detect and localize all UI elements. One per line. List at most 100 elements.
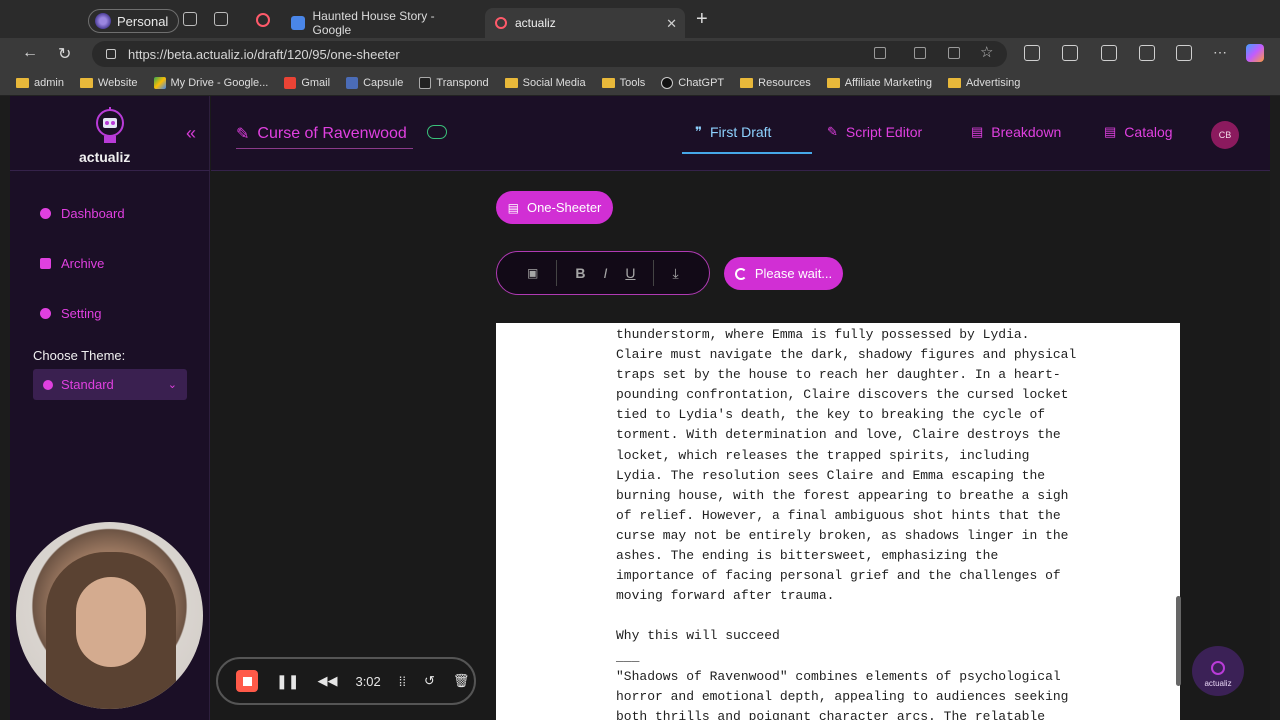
document-line: both thrills and poignant character arcs…: [616, 708, 1046, 720]
document-line: horror and emotional depth, appealing to…: [616, 688, 1069, 704]
archive-icon: [40, 258, 51, 269]
tab-label: Catalog: [1124, 124, 1173, 140]
download-icon[interactable]: ⤓: [672, 265, 678, 282]
theme-select[interactable]: Standard ⌄: [33, 369, 187, 400]
performance-icon[interactable]: [1176, 45, 1192, 61]
tab-catalog[interactable]: ▤ Catalog: [1104, 124, 1173, 140]
tab-title: Haunted House Story - Google: [312, 9, 435, 37]
sidebar-item-label: Archive: [61, 256, 105, 271]
bookmark-tools[interactable]: Tools: [601, 76, 646, 89]
bookmark-label: Gmail: [301, 76, 331, 89]
extensions-icon[interactable]: [1062, 45, 1078, 61]
folder-icon: [826, 77, 840, 88]
new-tab-icon[interactable]: +: [696, 8, 708, 31]
document-line: Lydia. The resolution sees Claire and Em…: [616, 467, 1046, 483]
layers-icon[interactable]: [1024, 45, 1040, 61]
chat-label: actualiz: [1204, 679, 1232, 688]
tab-breakdown[interactable]: ▤ Breakdown: [971, 124, 1061, 140]
tab-actualiz[interactable]: actualiz ✕: [485, 8, 685, 38]
collections-icon[interactable]: [1139, 45, 1155, 61]
document-line: pounding confrontation, Claire discovers…: [616, 387, 1069, 403]
sidebar-item-setting[interactable]: Setting: [40, 306, 101, 321]
underline-button[interactable]: U: [625, 265, 635, 281]
tab-first-draft[interactable]: ❞ First Draft: [695, 124, 771, 140]
lock-icon: [106, 49, 116, 59]
recording-tab-icon[interactable]: [256, 13, 270, 27]
split-screen-icon[interactable]: [1101, 45, 1117, 61]
tab-actions-icon[interactable]: [214, 12, 228, 26]
bookmark-resources[interactable]: Resources: [740, 77, 811, 89]
document-line: ashes. The ending is bittersweet, emphas…: [616, 548, 999, 564]
pencil-icon: ✎: [827, 124, 838, 139]
save-icon[interactable]: ▣: [527, 266, 538, 280]
tab-script-editor[interactable]: ✎ Script Editor: [827, 124, 922, 140]
document-line: Claire must navigate the dark, shadowy f…: [616, 347, 1077, 363]
grid-icon[interactable]: ⁞⁞: [399, 674, 406, 689]
tab-haunted-house[interactable]: Haunted House Story - Google: [281, 8, 481, 38]
workspaces-icon[interactable]: [183, 12, 197, 26]
bookmark-label: ChatGPT: [678, 76, 725, 89]
rss-icon: [419, 76, 432, 89]
refresh-icon[interactable]: ↻: [58, 44, 71, 64]
sidebar-item-dashboard[interactable]: Dashboard: [40, 206, 125, 221]
webcam-overlay: [16, 522, 203, 709]
bookmark-advertising[interactable]: Advertising: [947, 77, 1020, 89]
bookmark-label: Capsule: [363, 76, 404, 89]
please-wait-label: Please wait...: [754, 266, 833, 281]
video-icon[interactable]: [874, 47, 886, 59]
sidebar-item-label: Setting: [61, 306, 102, 321]
browser-address-row: ← ↻ https://beta.actualiz.io/draft/120/9…: [0, 38, 1280, 70]
bookmark-admin[interactable]: admin: [16, 77, 64, 89]
more-menu-icon[interactable]: ⋯: [1213, 44, 1227, 61]
project-title-field[interactable]: ✎ Curse of Ravenwood: [236, 124, 407, 144]
immersive-reader-icon[interactable]: [948, 47, 960, 59]
app-header: ✎ Curse of Ravenwood ❞ First Draft ✎ Scr…: [211, 96, 1270, 171]
bookmark-affiliate-marketing[interactable]: Affiliate Marketing: [826, 77, 932, 89]
apps-icon[interactable]: [914, 47, 926, 59]
tab-label: Script Editor: [845, 124, 923, 140]
document-text[interactable]: thunderstorm, where Emma is fully posses…: [616, 325, 1116, 720]
bookmark-gmail[interactable]: Gmail: [284, 76, 331, 89]
bold-button[interactable]: B: [575, 265, 585, 281]
favorite-star-icon[interactable]: ☆: [980, 43, 993, 61]
collapse-sidebar-icon[interactable]: «: [186, 123, 196, 144]
document-icon: ▤: [507, 200, 519, 215]
cloud-saved-icon: [427, 125, 447, 139]
bookmark-social-media[interactable]: Social Media: [504, 77, 586, 89]
restart-icon[interactable]: ↺: [424, 673, 435, 689]
logo-area: actualiz «: [10, 96, 210, 171]
profile-button[interactable]: Personal: [88, 9, 180, 33]
back-icon[interactable]: ←: [22, 44, 38, 62]
scrollbar-thumb[interactable]: [1176, 596, 1181, 686]
bookmark-chatgpt[interactable]: ChatGPT: [661, 76, 725, 89]
one-sheeter-button[interactable]: ▤ One-Sheeter: [496, 191, 613, 224]
rewind-icon[interactable]: ◀◀: [317, 673, 337, 689]
avatar[interactable]: CB: [1211, 121, 1239, 149]
sidebar-item-label: Dashboard: [61, 206, 125, 221]
bookmark-label: Resources: [758, 76, 811, 89]
bookmark-capsule[interactable]: Capsule: [346, 76, 404, 89]
google-docs-icon: [291, 16, 305, 30]
document-line: burning house, with the forest appearing…: [616, 487, 1069, 503]
url-field[interactable]: https://beta.actualiz.io/draft/120/95/on…: [92, 41, 1007, 67]
italic-button[interactable]: I: [603, 265, 607, 281]
bookmark-my-drive[interactable]: My Drive - Google...: [153, 76, 268, 89]
chat-widget-button[interactable]: actualiz: [1192, 646, 1244, 696]
sidebar-item-archive[interactable]: Archive: [40, 256, 104, 271]
pause-icon[interactable]: ❚❚: [276, 673, 299, 690]
bookmark-transpond[interactable]: Transpond: [419, 76, 489, 89]
actualiz-favicon-icon: [495, 17, 507, 29]
chevron-down-icon: ⌄: [167, 379, 177, 391]
document-line: tied to Lydia's death, the key to breaki…: [616, 407, 1046, 423]
document-page[interactable]: thunderstorm, where Emma is fully posses…: [496, 323, 1180, 720]
tab-label: Breakdown: [991, 124, 1062, 140]
bookmark-label: Tools: [619, 76, 646, 89]
copilot-icon[interactable]: [1246, 44, 1264, 62]
bookmark-website[interactable]: Website: [79, 77, 138, 89]
please-wait-button[interactable]: Please wait...: [724, 257, 843, 290]
trash-icon[interactable]: 🗑: [453, 673, 470, 689]
stop-recording-button[interactable]: [236, 670, 258, 692]
drive-icon: [153, 76, 166, 89]
close-tab-icon[interactable]: ✕: [666, 16, 677, 32]
folder-icon: [504, 77, 518, 88]
